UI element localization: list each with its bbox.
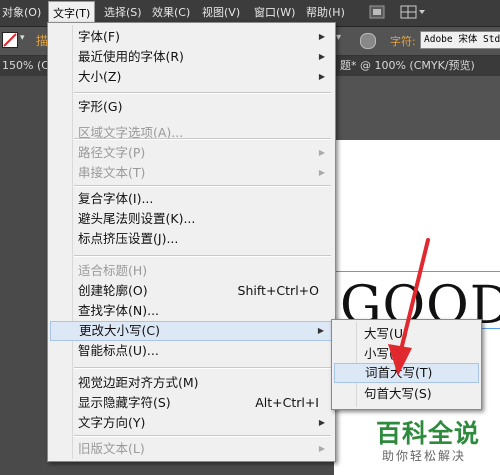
type-menu-item[interactable]: 更改大小写(C) ▶ xyxy=(50,321,333,341)
chevron-down-icon[interactable]: ▾ xyxy=(336,32,341,43)
document-tab-active[interactable]: 题* @ 100% (CMYK/预览) xyxy=(340,56,475,76)
type-menu-item[interactable]: 标点挤压设置(J)... xyxy=(50,229,333,249)
menu-item-shortcut: Shift+Ctrl+O xyxy=(237,283,319,298)
type-menu-item[interactable]: 显示隐藏字符(S) Alt+Ctrl+I xyxy=(50,393,333,413)
menu-item-label: 文字方向(Y) xyxy=(78,415,146,430)
type-menu-item: 路径文字(P) ▶ xyxy=(50,143,333,163)
menu-item-label: 避头尾法则设置(K)... xyxy=(78,211,196,226)
menu-item-label: 区域文字选项(A)... xyxy=(78,125,184,140)
type-menu-item: 适合标题(H) xyxy=(50,261,333,281)
menu-item-label: 句首大写(S) xyxy=(364,386,432,401)
menu-item-label: 路径文字(P) xyxy=(78,145,146,160)
menu-item-label: 显示隐藏字符(S) xyxy=(78,395,171,410)
type-menu-item[interactable]: 复合字体(I)... xyxy=(50,189,333,209)
bridge-icon[interactable] xyxy=(368,4,386,20)
submenu-arrow-icon: ▶ xyxy=(317,326,324,335)
annotation-arrow-icon xyxy=(388,238,430,376)
type-menu-item[interactable]: 创建轮廓(O) Shift+Ctrl+O xyxy=(50,281,333,301)
menu-item-label: 大小(Z) xyxy=(78,69,122,84)
type-menu-item[interactable]: 字形(G) xyxy=(50,97,333,117)
type-menu: 字体(F) ▶ 最近使用的字体(R) ▶ 大小(Z) ▶ 字形(G) 区域文字选项(A)...… xyxy=(47,22,336,462)
menu-item-label: 标点挤压设置(J)... xyxy=(78,231,179,246)
menu-item-label: 字形(G) xyxy=(78,99,123,114)
submenu-arrow-icon: ▶ xyxy=(318,32,325,41)
menu-separator xyxy=(74,255,331,257)
submenu-arrow-icon: ▶ xyxy=(318,444,325,453)
menu-item-label: 复合字体(I)... xyxy=(78,191,154,206)
type-menu-item[interactable]: 避头尾法则设置(K)... xyxy=(50,209,333,229)
watermark-subtitle: 助你轻松解决 xyxy=(382,449,467,463)
watermark-logo: 百科全说 助你轻松解决 xyxy=(372,414,500,475)
fill-swatch-icon[interactable] xyxy=(2,32,18,48)
menu-item-label: 视觉边距对齐方式(M) xyxy=(78,375,199,390)
type-menu-item[interactable]: 智能标点(U)... xyxy=(50,341,333,361)
submenu-arrow-icon: ▶ xyxy=(318,168,325,177)
type-menu-item[interactable]: 视觉边距对齐方式(M) xyxy=(50,373,333,393)
menu-item-label: 旧版文本(L) xyxy=(78,441,145,456)
type-menu-item[interactable]: 字体(F) ▶ xyxy=(50,27,333,47)
menu-separator xyxy=(74,92,331,94)
menu-separator xyxy=(74,367,331,369)
type-menu-item[interactable]: 大小(Z) ▶ xyxy=(50,67,333,87)
menu-separator xyxy=(74,435,331,437)
menu-item-label: 更改大小写(C) xyxy=(79,323,160,338)
menu-item-label: 适合标题(H) xyxy=(78,263,148,278)
type-menu-item[interactable]: 文字方向(Y) ▶ xyxy=(50,413,333,433)
submenu-arrow-icon: ▶ xyxy=(318,72,325,81)
menu-item-label: 创建轮廓(O) xyxy=(78,283,148,298)
arrange-documents-icon[interactable] xyxy=(400,4,426,20)
type-menu-item: 串接文本(T) ▶ xyxy=(50,163,333,183)
type-menu-item: 旧版文本(L) ▶ xyxy=(50,439,333,459)
menu-item-label: 字体(F) xyxy=(78,29,120,44)
case-menu-item[interactable]: 句首大写(S) xyxy=(334,384,479,404)
canvas-pasteboard xyxy=(334,76,500,140)
menu-item-shortcut: Alt+Ctrl+I xyxy=(255,395,319,410)
type-menu-item[interactable]: 查找字体(N)... xyxy=(50,301,333,321)
type-menu-item: 区域文字选项(A)... xyxy=(50,123,333,143)
type-menu-item[interactable]: 最近使用的字体(R) ▶ xyxy=(50,47,333,67)
menu-item-label: 串接文本(T) xyxy=(78,165,146,180)
menu-item-label: 查找字体(N)... xyxy=(78,303,160,318)
menu-item-label: 智能标点(U)... xyxy=(78,343,159,358)
font-family-input[interactable]: Adobe 宋体 Std xyxy=(420,31,500,49)
font-label: 字符: xyxy=(390,35,416,48)
submenu-arrow-icon: ▶ xyxy=(318,148,325,157)
menu-separator xyxy=(74,138,331,140)
recolor-icon[interactable] xyxy=(360,33,376,49)
menu-item-label: 最近使用的字体(R) xyxy=(78,49,184,64)
submenu-arrow-icon: ▶ xyxy=(318,418,325,427)
menu-separator xyxy=(74,185,331,187)
watermark-title: 百科全说 xyxy=(376,419,481,448)
fill-dropdown-icon[interactable]: ▾ xyxy=(20,33,25,43)
menu-object[interactable]: 对象(O) xyxy=(2,0,41,26)
submenu-arrow-icon: ▶ xyxy=(318,52,325,61)
